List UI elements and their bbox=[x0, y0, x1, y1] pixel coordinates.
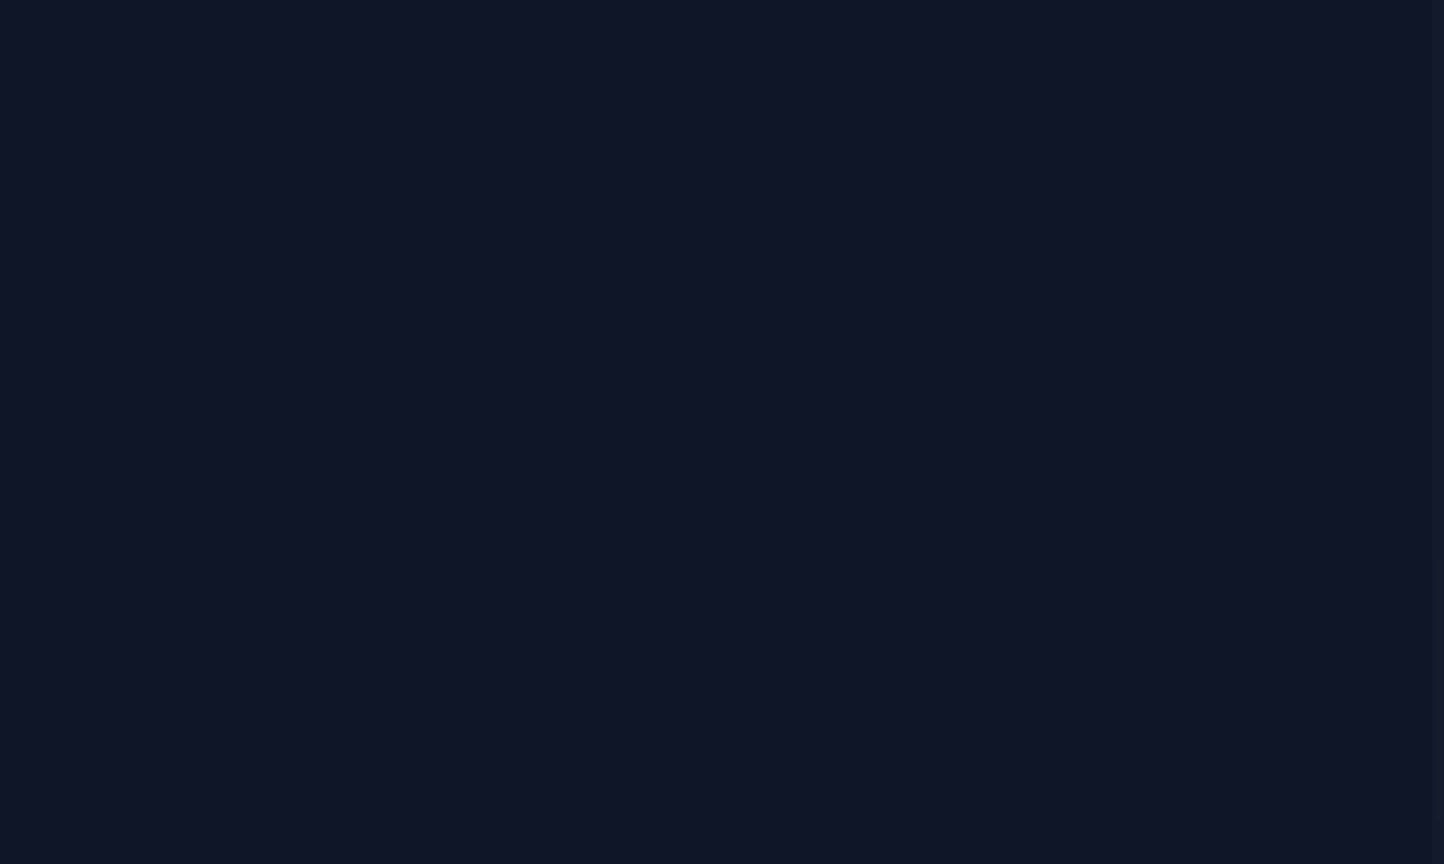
scroll-track-minimap bbox=[1436, 560, 1442, 820]
scrollbar[interactable] bbox=[1432, 0, 1444, 864]
